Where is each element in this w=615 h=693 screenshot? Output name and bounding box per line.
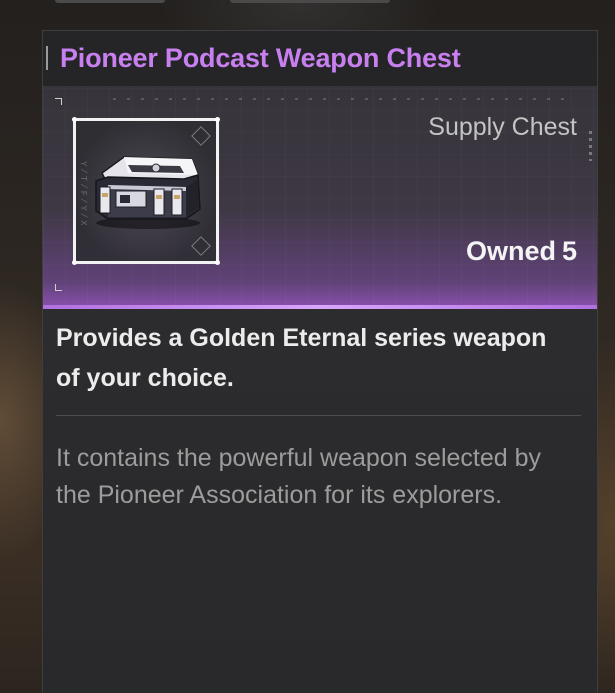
- frame-diamond-icon: [191, 126, 211, 146]
- corner-mark: [55, 284, 62, 291]
- chest-icon: [95, 156, 201, 229]
- frame-corner-dot: [215, 117, 220, 122]
- frame-side-text: Y/T/F/Y/X: [78, 161, 88, 228]
- owned-number: 5: [561, 236, 577, 266]
- frame-corner-dot: [72, 117, 77, 122]
- section-divider: [56, 415, 581, 416]
- decorative-dot-line: [113, 98, 573, 100]
- frame-corner-dot: [72, 260, 77, 265]
- owned-count: Owned 5: [466, 236, 577, 267]
- item-lore: It contains the powerful weapon selected…: [56, 444, 542, 509]
- item-type-label: Supply Chest: [428, 113, 577, 141]
- owned-label: Owned: [465, 236, 556, 266]
- decorative-side-dots: [589, 131, 592, 161]
- item-header: Y/T/F/Y/X Supply Chest Owned 5: [43, 86, 597, 309]
- frame-diamond-icon: [191, 236, 211, 256]
- title-bar: Pioneer Podcast Weapon Chest: [43, 31, 597, 86]
- header-glow-line: [43, 305, 597, 309]
- frame-corner-dot: [215, 260, 220, 265]
- title-accent-bar: [46, 46, 48, 70]
- top-bar-segment: [55, 0, 165, 3]
- top-bar-segment: [230, 0, 390, 3]
- item-icon-frame: Y/T/F/Y/X: [72, 117, 220, 265]
- item-description: Provides a Golden Eternal series weapon …: [56, 324, 547, 392]
- item-title: Pioneer Podcast Weapon Chest: [60, 43, 461, 73]
- corner-mark: [55, 98, 62, 105]
